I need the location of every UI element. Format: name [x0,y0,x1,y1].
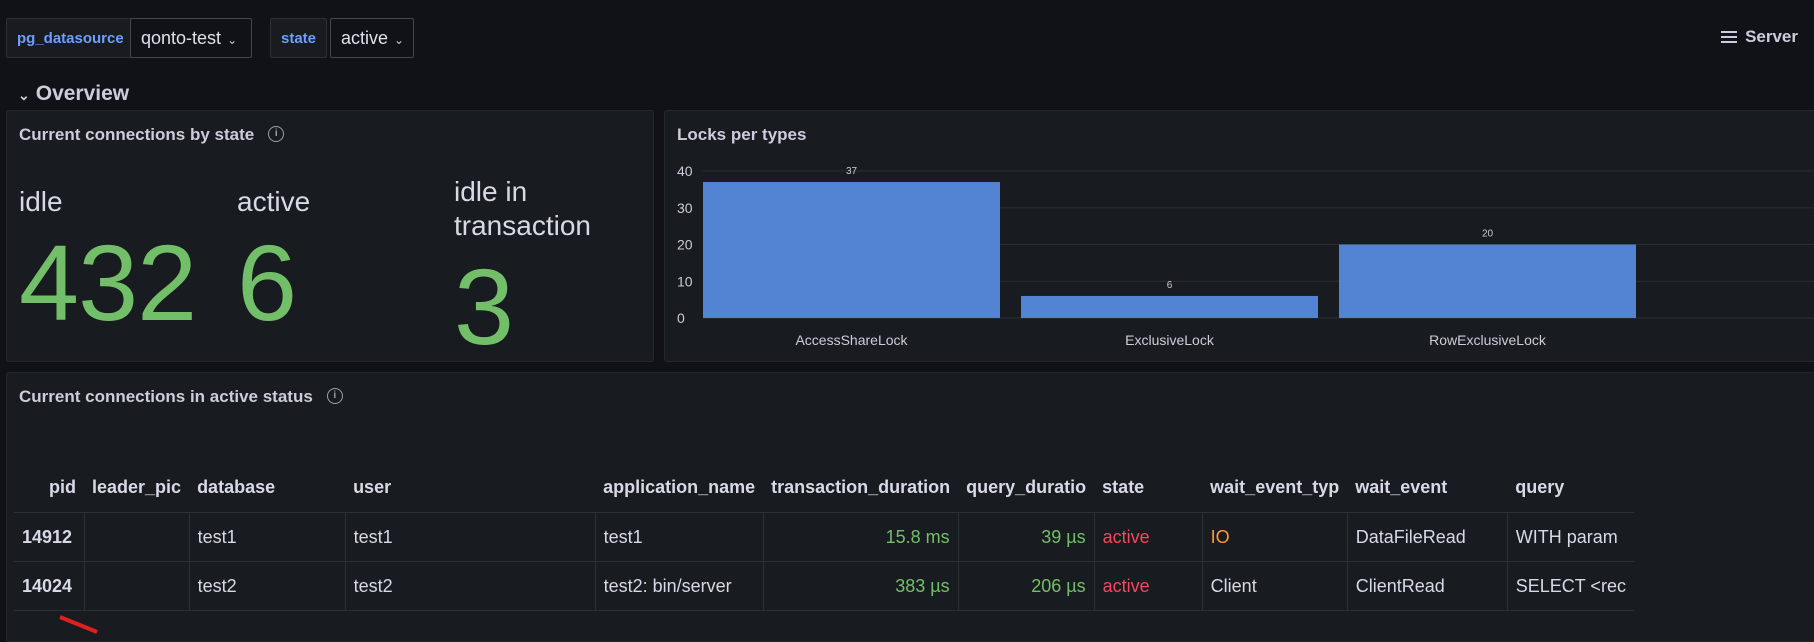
server-link-label: Server [1745,27,1798,46]
server-dashboard-link[interactable]: Server [1721,27,1798,48]
column-header-wait-event-type[interactable]: wait_event_typ [1202,462,1348,513]
panel-title-text: Current connections in active status [19,387,313,406]
bar-value-label: 20 [1482,229,1494,240]
stat-name-idle-in-transaction: idle in transaction [454,176,591,241]
panel-title: Current connections in active status i [19,387,343,407]
bar [1339,244,1636,318]
chevron-down-icon: ⌄ [394,33,405,47]
cell-leader-pid [84,512,190,562]
column-header-state[interactable]: state [1094,462,1203,513]
cell-user: test2 [345,561,596,611]
y-tick-label: 0 [677,310,685,326]
datasource-select-value: qonto-test [141,28,222,48]
x-tick-label: ExclusiveLock [1125,332,1215,348]
info-icon[interactable]: i [326,387,343,404]
stat-value-idle-in-transaction: 3 [454,246,514,367]
cell-user: test1 [345,512,596,562]
locks-bar-chart: 0 10 20 30 40 37 AccessShareLock 6 ExclusiveLock… [677,163,1814,348]
column-header-pid[interactable]: pid [14,462,84,513]
variable-label-datasource: pg_datasource [6,18,135,58]
stat-name-active: active [237,186,311,217]
cell-state: active [1094,561,1203,611]
stat-name-idle: idle [19,186,63,217]
y-tick-label: 20 [677,237,693,253]
row-toggle-overview[interactable]: ⌄ Overview [18,82,129,106]
bar-value-label: 37 [846,166,858,177]
info-icon[interactable]: i [268,125,285,142]
table-header-row: pid leader_pic database user application… [14,462,1634,513]
stat-value-idle: 432 [19,222,197,343]
state-select[interactable]: active ⌄ [330,18,414,58]
state-select-value: active [341,28,389,48]
pid-link[interactable]: 14912 [14,512,85,562]
stat-value-active: 6 [237,222,297,343]
panel-title: Current connections by state i [19,125,285,145]
panel-title-text: Current connections by state [19,125,255,144]
menu-icon [1721,28,1738,48]
datasource-select[interactable]: qonto-test ⌄ [130,18,252,58]
cell-transaction-duration: 15.8 ms [763,512,959,562]
cell-application-name: test1 [595,512,764,562]
cell-wait-event: DataFileRead [1347,512,1508,562]
column-header-database[interactable]: database [189,462,346,513]
bar-value-label: 6 [1167,280,1173,291]
bar [1021,295,1318,318]
y-tick-label: 10 [677,273,693,289]
column-header-query-duration[interactable]: query_duratio [958,462,1095,513]
table-row: 14912 test1 test1 test1 15.8 ms 39 µs ac… [14,512,1634,562]
chevron-down-icon: ⌄ [18,87,30,103]
column-header-leader-pid[interactable]: leader_pic [84,462,190,513]
locks-per-types-panel: Locks per types 0 10 20 30 40 37 AccessShareLo… [664,110,1814,362]
bar [703,182,1000,318]
cell-wait-event: ClientRead [1347,561,1508,611]
cell-query-duration: 39 µs [958,512,1095,562]
column-header-user[interactable]: user [345,462,596,513]
connections-by-state-panel: Current connections by state i idle 432 a… [6,110,654,362]
cell-database: test1 [189,512,346,562]
active-connections-table: pid leader_pic database user application… [14,462,1634,611]
x-tick-label: RowExclusiveLock [1429,332,1547,348]
column-header-transaction-duration[interactable]: transaction_duration [763,462,959,513]
column-header-query[interactable]: query [1507,462,1634,513]
y-tick-label: 30 [677,200,693,216]
cell-application-name: test2: bin/server [595,561,764,611]
cell-database: test2 [189,561,346,611]
pid-link[interactable]: 14024 [14,561,85,611]
cell-transaction-duration: 383 µs [763,561,959,611]
x-tick-label: AccessShareLock [795,332,908,348]
cell-query-duration: 206 µs [958,561,1095,611]
cell-leader-pid [84,561,190,611]
cell-query: WITH param [1507,512,1634,562]
dashboard-variables-bar: pg_datasource qonto-test ⌄ state active ⌄ … [0,0,1814,76]
column-header-wait-event[interactable]: wait_event [1347,462,1508,513]
cell-wait-event-type: IO [1202,512,1348,562]
variable-label-state: state [270,18,328,58]
cell-state: active [1094,512,1203,562]
chevron-down-icon: ⌄ [227,33,238,47]
cell-query: SELECT <rec [1507,561,1634,611]
table-row: 14024 test2 test2 test2: bin/server 383 … [14,561,1634,611]
column-header-application-name[interactable]: application_name [595,462,764,513]
row-title-label: Overview [35,82,130,105]
cell-wait-event-type: Client [1202,561,1348,611]
y-tick-label: 40 [677,163,693,179]
